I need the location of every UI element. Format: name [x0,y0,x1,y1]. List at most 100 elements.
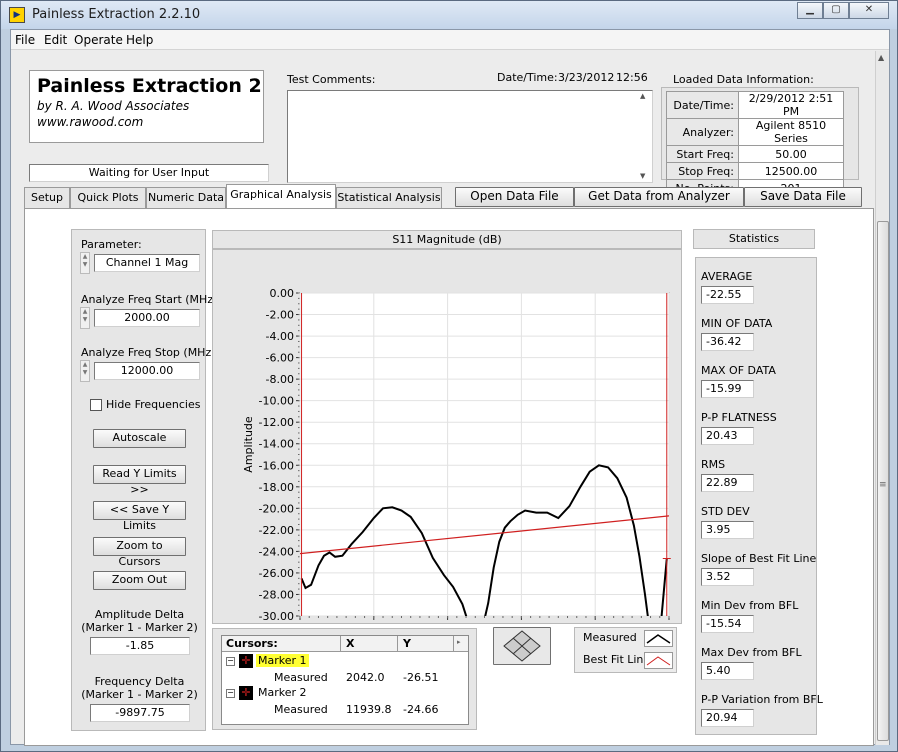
column-divider [340,636,341,652]
tab-graphical-analysis[interactable]: Graphical Analysis [226,184,336,209]
comments-scroll-up-icon[interactable]: ▲ [640,92,645,100]
stat-value: 22.89 [701,474,754,492]
vertical-scrollbar[interactable]: ▲ ≡ [875,51,889,745]
frequency-delta-sublabel: (Marker 1 - Marker 2) [81,688,198,701]
marker-2-name[interactable]: Marker 2 [258,686,307,699]
menu-edit[interactable]: Edit [44,33,67,47]
stop-freq-input[interactable]: 12000.00 [94,362,200,380]
read-y-limits-button[interactable]: Read Y Limits >> [93,465,186,496]
tab-statistical-analysis[interactable]: Statistical Analysis [336,187,442,208]
brand-panel: Painless Extraction 2 by R. A. Wood Asso… [29,70,264,143]
info-key: Date/Time: [666,91,739,119]
y-axis-label: Amplitude [242,416,255,473]
info-value: 12500.00 [738,162,844,180]
y-tick-label: -26.00 [259,567,294,580]
brand-author: by R. A. Wood Associates [37,99,190,113]
y-tick-label: -4.00 [266,330,294,343]
stat-value: -15.99 [701,380,754,398]
open-data-file-button[interactable]: Open Data File [455,187,574,207]
statistics-title-bar: Statistics [693,229,815,249]
scroll-thumb[interactable]: ≡ [877,221,889,741]
stat-label: Max Dev from BFL [701,646,802,659]
tab-setup[interactable]: Setup [24,187,70,208]
cursor-table[interactable]: Cursors: X Y ▸ − ✛ Marker 1 Measured 204… [221,635,469,725]
table-row: Stop Freq: 12500.00 [666,162,844,180]
comments-scroll-down-icon[interactable]: ▼ [640,172,645,180]
maximize-button[interactable]: ▢ [823,2,849,19]
menu-help[interactable]: Help [126,33,153,47]
legend-bfl-label: Best Fit Line [583,653,651,666]
stat-label: STD DEV [701,505,750,518]
graph-title-bar: S11 Magnitude (dB) [212,230,682,249]
marker-2-crosshair-icon: ✛ [239,686,253,700]
brand-title: Painless Extraction 2 [37,75,262,97]
scroll-up-icon[interactable]: ▲ [878,53,884,62]
parameter-select[interactable]: Channel 1 Mag [94,254,200,272]
amplitude-delta-sublabel: (Marker 1 - Marker 2) [81,621,198,634]
hide-frequencies-label: Hide Frequencies [106,398,201,411]
comments-area: Test Comments: Date/Time: 3/23/2012 12:5… [283,68,663,186]
marker-1-sub: Measured [274,671,328,684]
stat-value: -15.54 [701,615,754,633]
stop-freq-spinner-icon[interactable]: ▲ ▼ [80,360,90,382]
stat-label: MAX OF DATA [701,364,776,377]
stat-value: -22.55 [701,286,754,304]
zoom-out-button[interactable]: Zoom Out [93,571,186,590]
zoom-to-cursors-button[interactable]: Zoom to Cursors [93,537,186,568]
info-key: Analyzer: [666,118,739,146]
cursor-header-y: Y [403,637,411,650]
pan-tool-icon [503,630,541,662]
autoscale-button[interactable]: Autoscale [93,429,186,448]
marker-1-y: -26.51 [403,671,439,684]
parameter-label: Parameter: [81,238,142,251]
minimize-button[interactable]: ▁ [797,2,823,19]
graph-area: 0.00 -2.00 -4.00 -6.00 -8.00 -10.00 -12.00 -14.… [212,249,682,624]
app-window: ▶ Painless Extraction 2.2.10 ▁ ▢ ✕ File … [0,0,898,752]
info-value: 2/29/2012 2:51 PM [738,91,844,119]
statistics-title: Statistics [728,232,780,245]
cursor-header-x: X [346,637,355,650]
collapse-icon[interactable]: − [226,657,235,666]
collapse-icon[interactable]: − [226,689,235,698]
loaded-title: Loaded Data Information: [673,73,814,86]
marker-2-sub: Measured [274,703,328,716]
get-data-button[interactable]: Get Data from Analyzer [574,187,744,207]
menu-file[interactable]: File [15,33,35,47]
legend-measured-swatch [644,630,673,647]
y-tick-label: -6.00 [266,352,294,365]
comments-label: Test Comments: [287,73,376,86]
y-tick-label: -30.00 [259,610,294,623]
marker-2-x: 11939.8 [346,703,392,716]
save-y-limits-button[interactable]: << Save Y Limits [93,501,186,532]
y-tick-label: -20.00 [259,502,294,515]
tab-quick-plots[interactable]: Quick Plots [70,187,146,208]
cursor-table-scroll-icon[interactable]: ▸ [457,638,461,646]
amplitude-delta-value: -1.85 [90,637,190,655]
start-freq-input[interactable]: 2000.00 [94,309,200,327]
y-tick-label: -14.00 [259,438,294,451]
comments-input[interactable] [287,90,653,183]
y-tick-label: -2.00 [266,309,294,322]
parameter-spinner-icon[interactable]: ▲ ▼ [80,252,90,274]
stop-freq-label: Analyze Freq Stop (MHz) [81,346,216,359]
menu-operate[interactable]: Operate [74,33,123,47]
close-button[interactable]: ✕ [849,2,889,19]
stat-value: 5.40 [701,662,754,680]
legend: Measured Best Fit Line [574,627,677,673]
y-tick-label: -24.00 [259,545,294,558]
app-icon: ▶ [9,7,25,23]
marker-1-crosshair-icon: ✛ [239,654,253,668]
tab-numeric-data[interactable]: Numeric Data [146,187,226,208]
marker-1-name[interactable]: Marker 1 [256,654,309,667]
window-title: Painless Extraction 2.2.10 [32,7,201,22]
y-tick-label: -22.00 [259,524,294,537]
save-data-file-button[interactable]: Save Data File [744,187,862,207]
y-tick-label: -12.00 [259,416,294,429]
loaded-info-table: Date/Time: 2/29/2012 2:51 PM Analyzer: Agi… [666,91,844,197]
hide-frequencies-checkbox[interactable] [90,399,102,411]
start-freq-spinner-icon[interactable]: ▲ ▼ [80,307,90,329]
pan-tool-button[interactable] [493,627,551,665]
s11-chart[interactable]: 0.00 -2.00 -4.00 -6.00 -8.00 -10.00 -12.00 -14.… [213,250,681,623]
stat-label: P-P FLATNESS [701,411,777,424]
legend-bfl-swatch [644,652,673,669]
